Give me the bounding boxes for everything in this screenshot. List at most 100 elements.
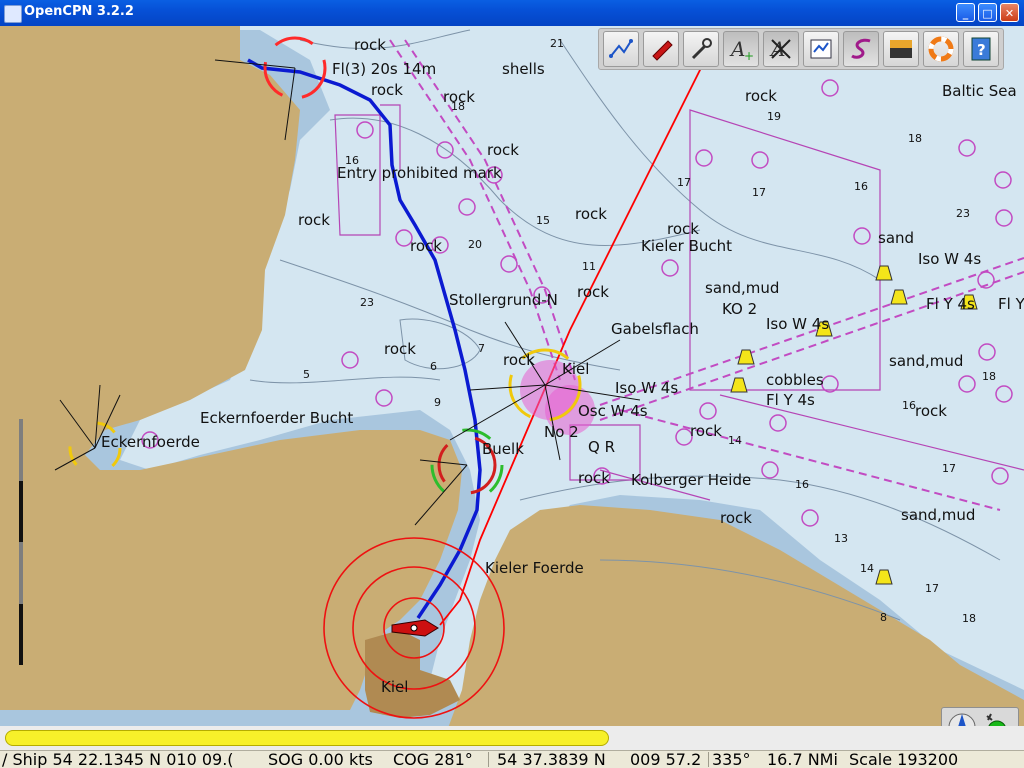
wrench-icon bbox=[691, 38, 712, 60]
chart-label: No 2 bbox=[544, 423, 579, 441]
help-button[interactable]: ? bbox=[963, 31, 999, 67]
chart-label: rock bbox=[690, 422, 722, 440]
cursor-lat: 54 37.3839 N bbox=[497, 750, 606, 768]
chart-label: rock bbox=[577, 283, 609, 301]
depth-label: 18 bbox=[908, 132, 922, 145]
chart-label: Eckernfoerder Bucht bbox=[200, 409, 353, 427]
depth-label: 17 bbox=[677, 176, 691, 189]
chart-label: sand,mud bbox=[705, 279, 779, 297]
chart-label: Kiel bbox=[562, 360, 589, 378]
chart-load-progress bbox=[5, 730, 610, 746]
track-button[interactable] bbox=[843, 31, 879, 67]
chart-label: rock bbox=[487, 141, 519, 159]
follow-ship-button[interactable] bbox=[643, 31, 679, 67]
depth-label: 14 bbox=[860, 562, 874, 575]
chart-label: rock bbox=[354, 36, 386, 54]
depth-label: 9 bbox=[434, 396, 441, 409]
depth-label: 17 bbox=[925, 582, 939, 595]
text-hide-icon: A bbox=[769, 37, 791, 61]
chart-label: Iso W 4s bbox=[766, 315, 829, 333]
mob-button[interactable] bbox=[923, 31, 959, 67]
depth-label: 23 bbox=[956, 207, 970, 220]
svg-text:+: + bbox=[744, 49, 754, 62]
scale-bar bbox=[19, 419, 23, 665]
sog-readout: SOG 0.00 kts bbox=[268, 750, 373, 768]
chart-label: sand bbox=[878, 229, 914, 247]
color-scheme-button[interactable] bbox=[883, 31, 919, 67]
depth-label: 18 bbox=[982, 370, 996, 383]
chart-label: Entry prohibited mark bbox=[337, 164, 502, 182]
chart-label: Fl Y bbox=[998, 295, 1024, 313]
text-add-icon: A+ bbox=[729, 37, 754, 62]
bearing-readout: 335° bbox=[712, 750, 751, 768]
scale-readout: Scale 193200 bbox=[849, 750, 959, 768]
chart-label: Iso W 4s bbox=[615, 379, 678, 397]
depth-label: 16 bbox=[795, 478, 809, 491]
title-bar: OpenCPN 3.2.2 _ □ ✕ bbox=[0, 0, 1024, 26]
close-button[interactable]: ✕ bbox=[1000, 3, 1019, 22]
chart-label: cobbles bbox=[766, 371, 824, 389]
depth-label: 13 bbox=[834, 532, 848, 545]
chart-label: rock bbox=[915, 402, 947, 420]
chart-label: Kieler Foerde bbox=[485, 559, 584, 577]
depth-label: 17 bbox=[752, 186, 766, 199]
color-scheme-icon bbox=[890, 40, 912, 58]
chart-label: Fl Y 4s bbox=[766, 391, 815, 409]
chart-label: KO 2 bbox=[722, 300, 757, 318]
window-title: OpenCPN 3.2.2 bbox=[24, 4, 134, 19]
depth-label: 18 bbox=[962, 612, 976, 625]
hide-text-button[interactable]: A bbox=[763, 31, 799, 67]
track-icon bbox=[851, 38, 871, 59]
cog-readout: COG 281° bbox=[393, 750, 473, 768]
chart-label: rock bbox=[745, 87, 777, 105]
route-manager-icon bbox=[810, 39, 832, 59]
help-icon: ? bbox=[971, 37, 991, 61]
ship-position: / Ship 54 22.1345 N 010 09.( bbox=[2, 750, 234, 768]
route-tool-button[interactable] bbox=[603, 31, 639, 67]
chart-label: rock bbox=[503, 351, 535, 369]
chart-label: Fl Y 4s bbox=[926, 295, 975, 313]
chart-label: Kiel bbox=[381, 678, 408, 696]
chart-label: Eckernfoerde bbox=[101, 433, 200, 451]
chart-label: shells bbox=[502, 60, 545, 78]
status-separator bbox=[708, 752, 709, 767]
chart-label: Kieler Bucht bbox=[641, 237, 732, 255]
chart-label: rock bbox=[298, 211, 330, 229]
depth-label: 20 bbox=[468, 238, 482, 251]
chart-label: Fl(3) 20s 14m bbox=[332, 60, 436, 78]
app-icon bbox=[4, 5, 22, 23]
depth-label: 7 bbox=[478, 342, 485, 355]
chart-label: rock bbox=[578, 469, 610, 487]
maximize-button[interactable]: □ bbox=[978, 3, 997, 22]
chart-label: rock bbox=[384, 340, 416, 358]
chart-label: rock bbox=[575, 205, 607, 223]
chart-label: rock bbox=[443, 88, 475, 106]
depth-label: 19 bbox=[767, 110, 781, 123]
route-manager-button[interactable] bbox=[803, 31, 839, 67]
minimize-button[interactable]: _ bbox=[956, 3, 975, 22]
svg-text:?: ? bbox=[977, 41, 986, 59]
depth-label: 11 bbox=[582, 260, 596, 273]
route-icon bbox=[609, 39, 633, 58]
depth-label: 17 bbox=[942, 462, 956, 475]
chart-label: Kolberger Heide bbox=[631, 471, 751, 489]
nautical-chart[interactable]: 21 19 18 17 16 15 23 20 11 18 17 16 14 7… bbox=[0, 26, 1024, 750]
depth-label: 6 bbox=[430, 360, 437, 373]
depth-label: 16 bbox=[854, 180, 868, 193]
add-text-button[interactable]: A + bbox=[723, 31, 759, 67]
chart-label: sand,mud bbox=[901, 506, 975, 524]
chart-label: Q R bbox=[588, 438, 615, 456]
chart-label: rock bbox=[410, 237, 442, 255]
chart-label: Gabelsflach bbox=[611, 320, 699, 338]
depth-label: 5 bbox=[303, 368, 310, 381]
settings-button[interactable] bbox=[683, 31, 719, 67]
distance-readout: 16.7 NMi bbox=[767, 750, 838, 768]
depth-label: 15 bbox=[536, 214, 550, 227]
depth-label: 23 bbox=[360, 296, 374, 309]
lifebuoy-icon bbox=[928, 36, 954, 62]
depth-label: 8 bbox=[880, 611, 887, 624]
chart-canvas[interactable]: 21 19 18 17 16 15 23 20 11 18 17 16 14 7… bbox=[0, 26, 1024, 750]
main-toolbar: A + A ? bbox=[598, 28, 1004, 70]
depth-label: 16 bbox=[902, 399, 916, 412]
ship-icon bbox=[652, 40, 673, 61]
